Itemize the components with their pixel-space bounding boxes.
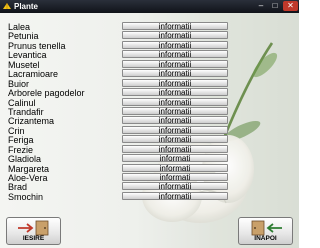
info-button[interactable]: informati (122, 154, 228, 163)
window-title: Plante (14, 2, 39, 11)
info-button[interactable]: informatii (122, 191, 228, 200)
info-button[interactable]: informatii (122, 40, 228, 49)
back-button-label: INAPOI (254, 235, 277, 242)
app-icon (3, 3, 11, 9)
info-button[interactable]: informatii (122, 50, 228, 59)
info-button[interactable]: informatii (122, 59, 228, 68)
info-button[interactable]: informatii (122, 182, 228, 191)
back-button[interactable]: INAPOI (238, 217, 293, 245)
info-button[interactable]: informatii (122, 97, 228, 106)
info-button[interactable]: informatii (122, 116, 228, 125)
info-button[interactable]: informatii (122, 88, 228, 97)
info-button[interactable]: informati (122, 173, 228, 182)
maximize-icon[interactable]: □ (268, 1, 282, 11)
info-button[interactable]: informatii (122, 69, 228, 78)
title-bar[interactable]: Plante – □ ✕ (0, 0, 299, 13)
minimize-icon[interactable]: – (254, 1, 268, 11)
plants-window: Plante – □ ✕ Lalea informatii Petunia infor… (0, 0, 299, 248)
info-button[interactable]: informatii (122, 78, 228, 87)
exit-door-icon (18, 220, 49, 236)
info-button[interactable]: informatii (122, 22, 228, 31)
info-button[interactable]: informatii (122, 31, 228, 40)
info-button[interactable]: informatii (122, 135, 228, 144)
exit-button-label: IESIRE (22, 235, 45, 242)
close-icon[interactable]: ✕ (283, 1, 298, 11)
plant-name: Smochin (8, 191, 44, 202)
exit-button[interactable]: IESIRE (6, 217, 61, 245)
back-door-icon (251, 220, 282, 236)
info-button[interactable]: informati (122, 163, 228, 172)
info-button[interactable]: informatii (122, 144, 228, 153)
info-button[interactable]: informatii (122, 125, 228, 134)
info-button[interactable]: informatii (122, 106, 228, 115)
